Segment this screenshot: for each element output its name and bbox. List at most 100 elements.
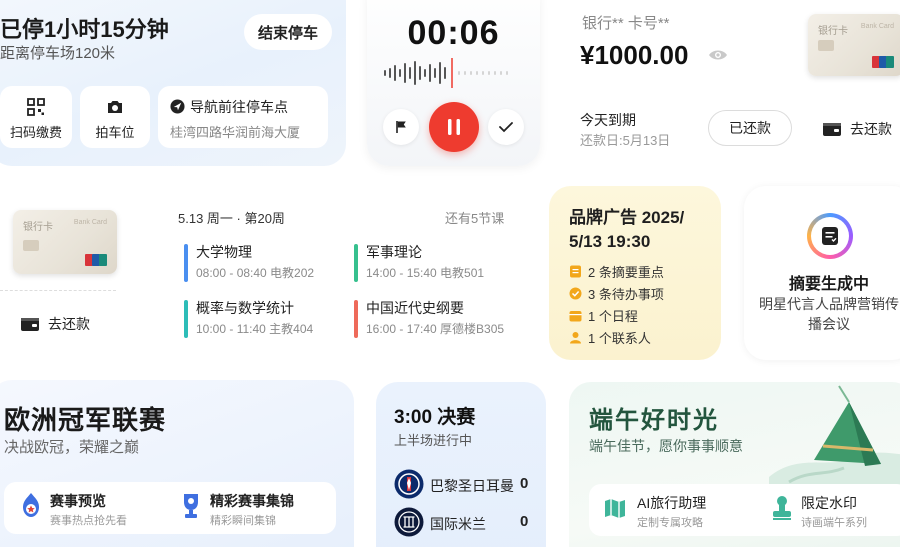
summary-generating-card[interactable]: 摘要生成中 明星代言人品牌营销传播会议	[744, 186, 900, 360]
camera-icon	[108, 101, 122, 113]
final-match-card[interactable]: 3:00 决赛 上半场进行中 巴黎圣日耳曼 0 国际米兰 0	[376, 382, 546, 547]
schedule-date: 5.13 周一 · 第20周	[178, 211, 285, 226]
map-icon	[605, 499, 625, 518]
course-item[interactable]: 中国近代史纲要 16:00 - 17:40 厚德楼B305	[354, 298, 514, 342]
brand-ad-meeting-card[interactable]: 品牌广告 2025/ 5/13 19:30 2 条摘要重点 3 条待办事项 1 …	[549, 186, 721, 360]
festival-greeting: 端午佳节，愿你事事顺意	[589, 438, 743, 454]
ai-travel-subtitle: 定制专属攻略	[637, 517, 703, 529]
remaining-classes: 还有5节课	[445, 211, 505, 226]
navigate-parking-button[interactable]: 导航前往停车点 桂湾四路华润前海大厦	[158, 86, 328, 148]
stamp-icon	[773, 496, 791, 520]
end-parking-button[interactable]: 结束停车	[244, 14, 332, 50]
league-title: 欧洲冠军联赛	[4, 405, 167, 435]
loading-ring	[807, 213, 853, 259]
contact-item[interactable]: 1 个联系人	[569, 328, 651, 347]
already-repaid-button[interactable]: 已还款	[708, 110, 792, 146]
photo-spot-button[interactable]: 拍车位	[80, 86, 150, 148]
dragon-boat-festival-card[interactable]: 端午好时光 端午佳节，愿你事事顺意 AI旅行助理 定制专属攻略 限定水印 诗画端…	[569, 382, 900, 547]
course-item[interactable]: 军事理论 14:00 - 15:40 电教501	[354, 242, 514, 286]
course-time: 16:00 - 17:40 厚德楼B305	[366, 322, 505, 336]
go-repay-button[interactable]: 去还款	[822, 119, 892, 139]
flag-button[interactable]	[383, 109, 419, 145]
card-brand-logo	[872, 56, 894, 68]
bank-card-name: 银行卡	[818, 26, 848, 37]
scan-pay-button[interactable]: 扫码缴费	[0, 86, 72, 148]
course-name: 中国近代史纲要	[366, 300, 464, 316]
due-date: 还款日:5月13日	[580, 133, 671, 148]
watermark-title: 限定水印	[801, 495, 857, 511]
course-time: 08:00 - 08:40 电教202	[196, 266, 315, 280]
schedule-item[interactable]: 1 个日程	[569, 306, 638, 325]
todo-label: 3 条待办事项	[588, 287, 664, 302]
parking-distance: 距离停车场120米	[0, 45, 116, 62]
navigation-arrow-icon	[170, 99, 185, 114]
bill-amount: ¥1000.00	[580, 40, 689, 70]
ai-travel-assistant-button[interactable]: AI旅行助理 定制专属攻略	[597, 490, 747, 530]
bank-card-image: 银行卡 Bank Card	[13, 210, 117, 274]
limited-watermark-button[interactable]: 限定水印 诗画端午系列	[765, 490, 900, 530]
league-slogan: 决战欧冠，荣耀之巅	[4, 439, 140, 456]
parking-card[interactable]: 已停1小时15分钟 距离停车场120米 结束停车 扫码缴费 拍车位 导航前往停车…	[0, 0, 346, 166]
bank-card-name: 银行卡	[23, 222, 53, 233]
summary-points-label: 2 条摘要重点	[588, 265, 664, 280]
inter-milan-logo-icon	[394, 507, 424, 537]
go-repay-button[interactable]: 去还款	[20, 314, 90, 334]
contact-label: 1 个联系人	[588, 331, 651, 346]
course-name: 军事理论	[366, 244, 422, 260]
match-time-title: 3:00 决赛	[394, 407, 476, 428]
team-row[interactable]: 国际米兰 0	[394, 507, 544, 537]
bank-card-type: Bank Card	[860, 23, 894, 30]
confirm-button[interactable]	[488, 109, 524, 145]
team-row[interactable]: 巴黎圣日耳曼 0	[394, 469, 544, 499]
course-item[interactable]: 概率与数学统计 10:00 - 11:40 主教404	[184, 298, 344, 342]
psg-logo-icon	[394, 469, 424, 499]
go-repay-label: 去还款	[850, 121, 892, 137]
waveform	[384, 58, 508, 88]
highlights-subtitle: 精彩瞬间集锦	[210, 515, 276, 527]
eye-icon[interactable]	[708, 48, 728, 62]
todo-item[interactable]: 3 条待办事项	[569, 284, 664, 303]
navigate-address: 桂湾四路华润前海大厦	[170, 125, 301, 140]
due-today-label: 今天到期	[580, 112, 636, 128]
match-preview-title: 赛事预览	[50, 493, 106, 509]
bank-account-header: 银行** 卡号**	[582, 15, 670, 32]
team-name: 巴黎圣日耳曼	[430, 478, 514, 494]
trophy-icon	[184, 494, 198, 518]
calendar-icon	[569, 311, 582, 322]
navigate-label: 导航前往停车点	[190, 99, 288, 115]
course-name: 概率与数学统计	[196, 300, 294, 316]
card-chip	[23, 240, 39, 251]
course-color-bar	[354, 300, 358, 338]
photo-spot-label: 拍车位	[95, 125, 135, 140]
course-item[interactable]: 大学物理 08:00 - 08:40 电教202	[184, 242, 344, 286]
credit-card-bill-card[interactable]: 银行** 卡号** ¥1000.00 银行卡 Bank Card 今天到期 还款…	[556, 0, 900, 170]
highlights-button[interactable]: 精彩赛事集锦 精彩瞬间集锦	[174, 488, 330, 528]
qr-code-icon	[27, 98, 45, 116]
team-name: 国际米兰	[430, 516, 486, 532]
pause-button[interactable]	[429, 102, 479, 152]
course-color-bar	[184, 300, 188, 338]
card-brand-logo	[85, 254, 107, 266]
bank-card-image: 银行卡 Bank Card	[808, 14, 900, 76]
summary-points-item[interactable]: 2 条摘要重点	[569, 262, 664, 281]
scan-pay-label: 扫码缴费	[9, 125, 62, 140]
champions-league-card[interactable]: 欧洲冠军联赛 决战欧冠，荣耀之巅 赛事预览 赛事热点抢先看 精彩赛事集锦 精彩瞬…	[0, 380, 354, 547]
divider	[0, 290, 116, 291]
class-schedule-card[interactable]: 5.13 周一 · 第20周 还有5节课 大学物理 08:00 - 08:40 …	[165, 196, 525, 356]
festival-title: 端午好时光	[589, 407, 719, 434]
card-chip	[818, 40, 834, 51]
zongzi-illustration-icon	[769, 385, 900, 492]
match-preview-button[interactable]: 赛事预览 赛事热点抢先看	[10, 488, 160, 528]
check-icon	[499, 122, 513, 133]
summary-title: 摘要生成中	[788, 276, 869, 293]
team-score: 0	[520, 513, 529, 530]
wallet-icon	[21, 318, 39, 331]
match-preview-subtitle: 赛事热点抢先看	[50, 515, 127, 527]
go-repay-label: 去还款	[48, 316, 90, 332]
medal-icon	[23, 493, 39, 517]
league-actions-panel: 赛事预览 赛事热点抢先看 精彩赛事集锦 精彩瞬间集锦	[4, 482, 336, 534]
ai-travel-title: AI旅行助理	[637, 495, 707, 511]
flag-icon	[396, 121, 406, 133]
voice-recorder-card[interactable]: 00:06	[367, 0, 540, 166]
repay-card[interactable]: 银行卡 Bank Card 去还款	[0, 186, 122, 362]
